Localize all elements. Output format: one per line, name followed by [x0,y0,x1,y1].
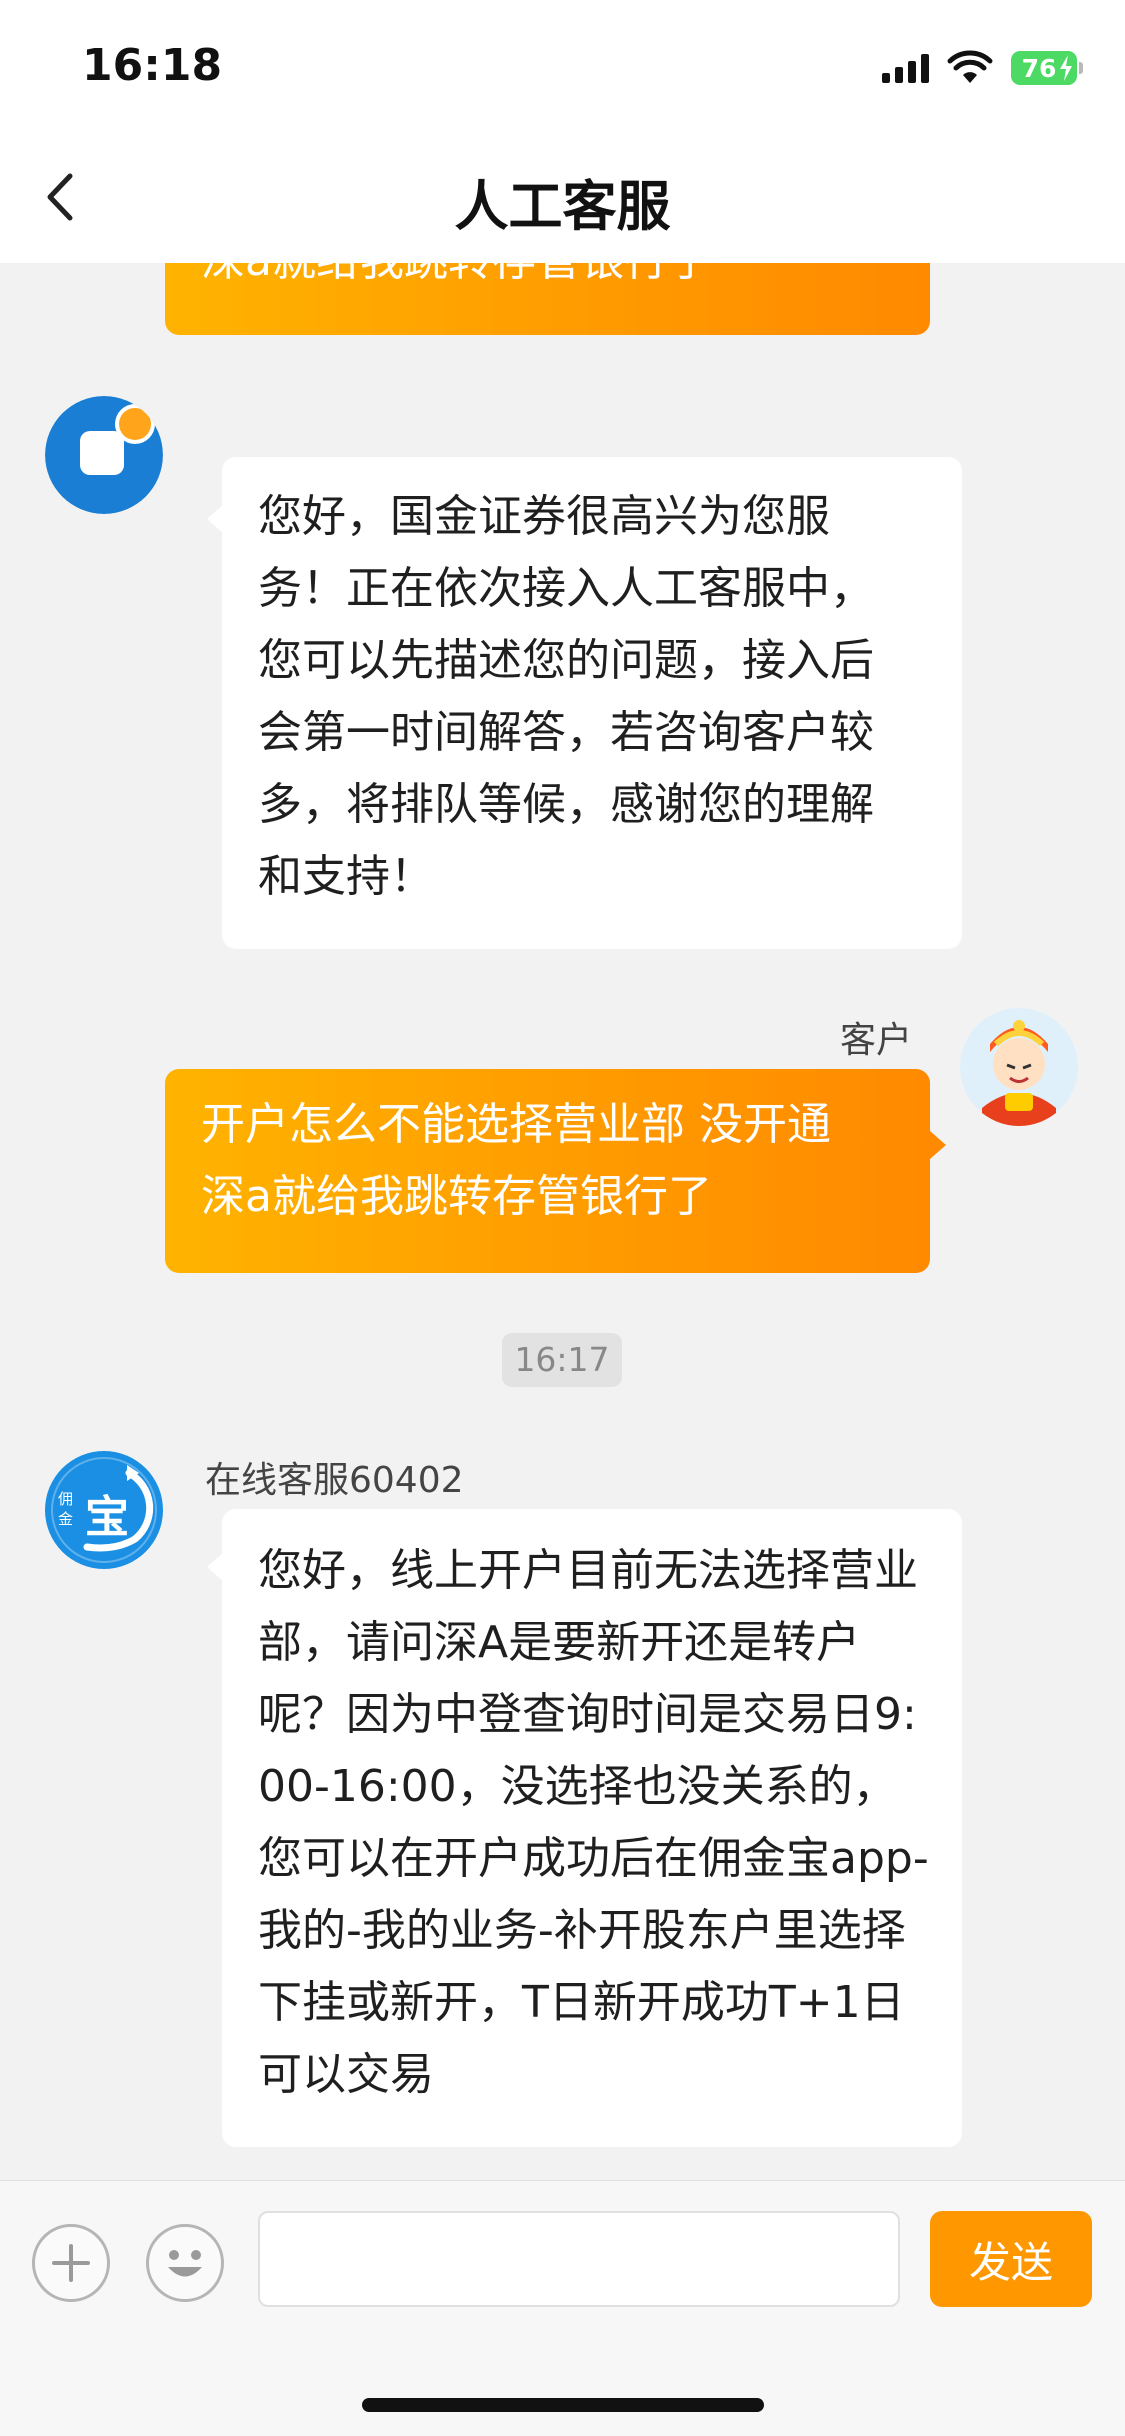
top-bar: 16:18 76 人工客服 [0,0,1125,263]
agent-name-label: 在线客服60402 [205,1460,464,1501]
status-icons: 76 [882,48,1083,88]
message-input[interactable] [258,2211,900,2307]
customer-name-label: 客户 [840,1020,913,1061]
status-time: 16:18 [82,40,223,91]
battery-level: 76 [1021,53,1057,83]
customer-avatar-caishen [960,1008,1078,1126]
agent-message-bubble[interactable]: 您好，线上开户目前无法选择营业部，请问深A是要新开还是转户呢？因为中登查询时间是… [222,1509,962,2147]
input-bar: 发送 [0,2180,1125,2436]
emoji-button[interactable] [146,2224,224,2302]
message-text: 您好，国金证券很高兴为您服务！正在依次接入人工客服中，您可以先描述您的问题，接入… [258,491,874,902]
chat-area[interactable]: 深a就给我跳转存管银行了 您好，国金证券很高兴为您服务！正在依次接入人工客服中，… [0,263,1125,2180]
home-indicator [362,2398,764,2412]
avatar-small-text: 佣金 [58,1490,74,1528]
customer-message-bubble[interactable]: 深a就给我跳转存管银行了 [165,263,930,335]
send-button[interactable]: 发送 [930,2211,1092,2307]
page-title: 人工客服 [454,175,671,238]
agent-message-bubble[interactable]: 您好，国金证券很高兴为您服务！正在依次接入人工客服中，您可以先描述您的问题，接入… [222,457,962,949]
message-text-line-1: 开户怎么不能选择营业部 没开通 [201,1099,831,1150]
bubble-tail [930,1131,946,1159]
customer-message-bubble[interactable]: 开户怎么不能选择营业部 没开通 深a就给我跳转存管银行了 [165,1069,930,1273]
message-text: 您好，线上开户目前无法选择营业部，请问深A是要新开还是转户呢？因为中登查询时间是… [258,1545,929,2100]
message-text-line-2: 深a就给我跳转存管银行了 [201,1171,712,1222]
bubble-tail [207,1553,223,1581]
add-button[interactable] [32,2224,110,2302]
battery-icon: 76 [1011,51,1083,85]
smiley-icon [168,2250,202,2277]
wifi-icon [947,50,993,83]
message-text: 深a就给我跳转存管银行了 [201,263,712,297]
signal-icon [882,53,929,83]
agent-avatar-guojin [45,396,163,514]
avatar-main-text: 宝 [85,1492,129,1543]
charging-bolt-icon [1060,55,1072,81]
plus-icon [52,2244,90,2282]
agent-avatar-yongjinbao: 佣金 宝 [45,1451,163,1569]
bubble-tail [207,505,223,533]
timestamp: 16:17 [502,1333,622,1387]
